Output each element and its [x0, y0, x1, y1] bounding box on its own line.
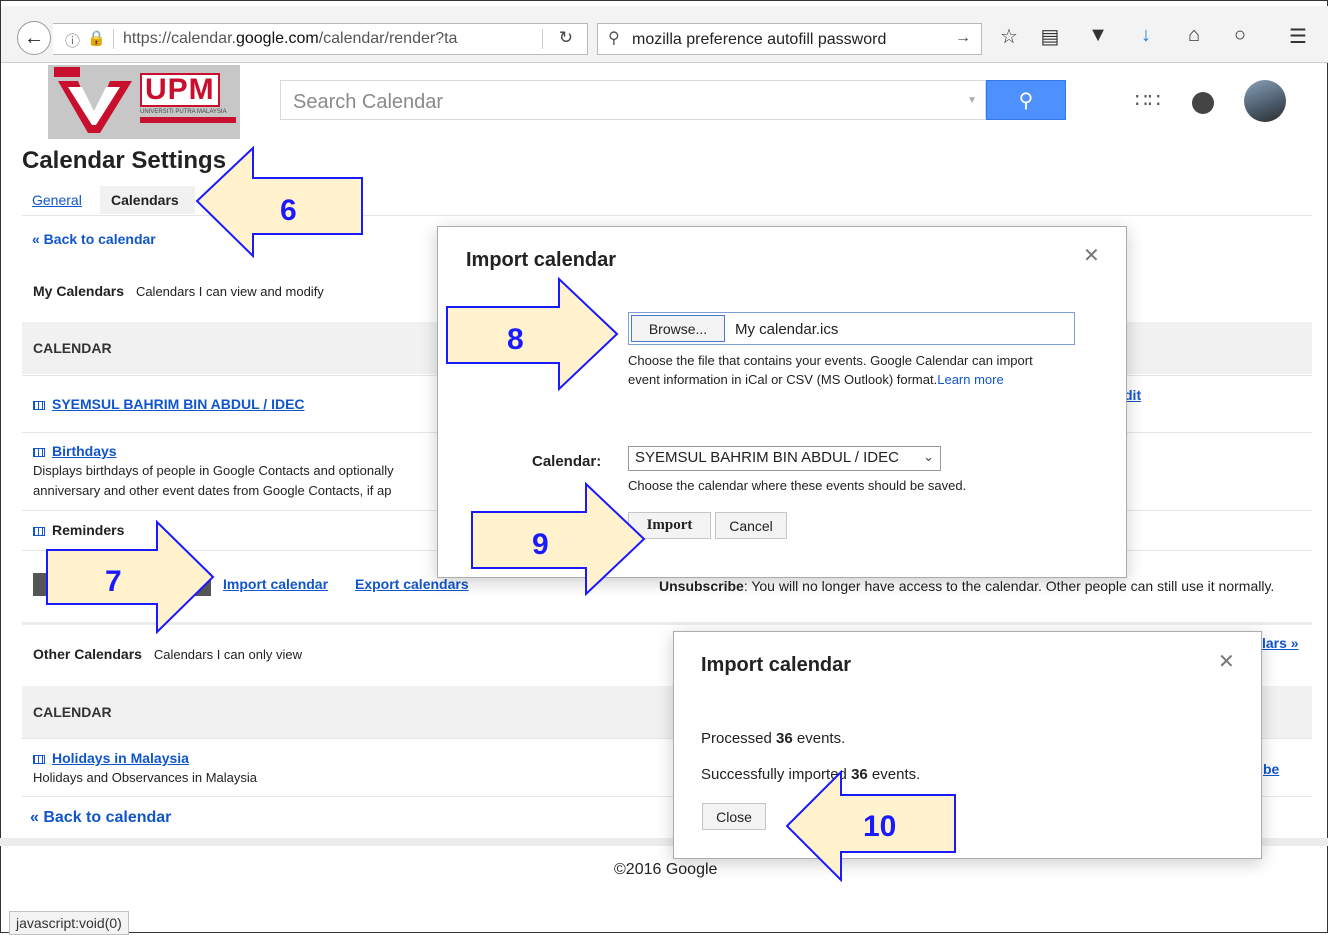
calendar-row: SYEMSUL BAHRIM BIN ABDUL / IDEC	[33, 396, 305, 412]
status-bar: javascript:void(0)	[9, 911, 129, 935]
callout-arrow-10: 10	[785, 770, 957, 882]
tab-calendars[interactable]: Calendars	[100, 186, 195, 214]
my-calendars-heading: My Calendars Calendars I can view and mo…	[33, 283, 324, 299]
pocket-icon[interactable]: ▼	[1085, 24, 1111, 47]
apps-grid-icon[interactable]: ∷∷	[1135, 88, 1160, 113]
processed-text: Processed 36 events.	[701, 730, 846, 747]
close-icon[interactable]: ✕	[1083, 243, 1100, 268]
divider	[542, 29, 543, 49]
dialog-title: Import calendar	[466, 249, 617, 271]
calendar-select[interactable]: SYEMSUL BAHRIM BIN ABDUL / IDEC ⌄	[628, 446, 941, 471]
home-icon[interactable]: ⌂	[1181, 24, 1207, 47]
divider	[22, 622, 1312, 625]
other-calendars-label: Other Calendars	[33, 646, 142, 662]
calendar-row: Holidays in Malaysia	[33, 750, 189, 766]
export-calendars-link[interactable]: Export calendars	[355, 576, 469, 592]
search-icon: ⚲	[608, 30, 620, 47]
calendar-search-input[interactable]: Search Calendar ▼	[280, 80, 986, 120]
birthdays-desc-2: anniversary and other event dates from G…	[33, 483, 392, 498]
browse-button[interactable]: Browse...	[631, 315, 725, 342]
calendar-icon	[33, 754, 45, 764]
reading-list-icon[interactable]: ▤	[1037, 24, 1063, 49]
divider	[113, 29, 114, 49]
dropdown-caret-icon[interactable]: ▼	[967, 95, 977, 106]
info-icon[interactable]: ⓘ	[65, 30, 80, 51]
calendar-link-holidays[interactable]: Holidays in Malaysia	[52, 750, 189, 766]
tab-general[interactable]: General	[32, 192, 82, 208]
back-button[interactable]: ←	[17, 21, 51, 55]
reload-icon[interactable]: ↻	[559, 28, 573, 48]
file-name: My calendar.ics	[735, 321, 839, 338]
upm-logo[interactable]: UPM UNIVERSITI PUTRA MALAYSIA	[48, 65, 240, 139]
column-label: CALENDAR	[33, 340, 112, 356]
import-calendar-link[interactable]: Import calendar	[223, 576, 328, 592]
calendar-label: Calendar:	[532, 453, 602, 470]
back-to-calendar-link-bottom[interactable]: « Back to calendar	[30, 809, 171, 827]
callout-arrow-7: 7	[45, 520, 215, 634]
url-bar[interactable]: ⓘ 🔒 https://calendar.google.com/calendar…	[53, 23, 588, 55]
calendar-icon	[33, 400, 45, 410]
file-help-text: Choose the file that contains your event…	[628, 353, 1033, 368]
close-icon[interactable]: ✕	[1218, 649, 1235, 674]
unsubscribe-link[interactable]: be	[1263, 761, 1279, 777]
file-input[interactable]: Browse... My calendar.ics	[628, 312, 1075, 345]
notifications-icon[interactable]	[1192, 92, 1214, 114]
search-query: mozilla preference autofill password	[632, 31, 887, 48]
crest-icon	[54, 67, 132, 133]
url-text: https://calendar.google.com/calendar/ren…	[123, 30, 458, 47]
dialog-title: Import calendar	[701, 654, 852, 676]
cancel-button[interactable]: Cancel	[715, 512, 787, 539]
menu-icon[interactable]: ☰	[1285, 24, 1311, 49]
birthdays-desc: Displays birthdays of people in Google C…	[33, 463, 394, 478]
calendar-link-syemsul[interactable]: SYEMSUL BAHRIM BIN ABDUL / IDEC	[52, 396, 305, 412]
search-placeholder: Search Calendar	[293, 91, 444, 113]
calendar-link-birthdays[interactable]: Birthdays	[52, 443, 117, 459]
calendar-help-text: Choose the calendar where these events s…	[628, 478, 967, 493]
calendar-icon	[33, 526, 45, 536]
chat-icon[interactable]: ○	[1227, 24, 1253, 47]
learn-more-link[interactable]: Learn more	[937, 372, 1003, 387]
callout-arrow-9: 9	[470, 482, 646, 596]
other-calendars-desc: Calendars I can only view	[153, 647, 302, 662]
holidays-desc: Holidays and Observances in Malaysia	[33, 770, 257, 785]
browser-search-bar[interactable]: ⚲ mozilla preference autofill password →	[597, 23, 982, 55]
go-arrow-icon[interactable]: →	[955, 29, 971, 47]
browse-calendars-link[interactable]: lars »	[1262, 635, 1299, 651]
back-to-calendar-link[interactable]: « Back to calendar	[32, 231, 156, 247]
download-icon[interactable]: ↓	[1133, 24, 1159, 47]
other-calendars-heading: Other Calendars Calendars I can only vie…	[33, 646, 302, 662]
unsubscribe-note: Unsubscribe: You will no longer have acc…	[659, 578, 1274, 594]
logo-text: UPM	[140, 73, 220, 107]
logo-subtitle: UNIVERSITI PUTRA MALAYSIA	[140, 109, 227, 115]
close-button[interactable]: Close	[702, 803, 766, 830]
avatar[interactable]	[1244, 80, 1286, 122]
calendar-selected-value: SYEMSUL BAHRIM BIN ABDUL / IDEC	[635, 449, 899, 466]
calendar-icon	[33, 447, 45, 457]
logo-bar	[140, 117, 236, 123]
chevron-down-icon: ⌄	[923, 449, 934, 464]
bookmark-star-icon[interactable]: ☆	[996, 24, 1022, 49]
my-calendars-desc: Calendars I can view and modify	[135, 284, 324, 299]
lock-icon: 🔒	[87, 30, 106, 47]
footer-copyright: ©2016 Google	[614, 861, 718, 878]
calendar-row: Birthdays	[33, 443, 117, 459]
import-result-dialog: Import calendar ✕ Processed 36 events. S…	[673, 631, 1262, 859]
column-label: CALENDAR	[33, 704, 112, 720]
browser-toolbar: ← ⓘ 🔒 https://calendar.google.com/calend…	[1, 6, 1328, 63]
search-button[interactable]: ⚲	[986, 80, 1066, 120]
unsubscribe-text: : You will no longer have access to the …	[743, 578, 1275, 594]
file-help-text-2: event information in iCal or CSV (MS Out…	[628, 372, 1004, 387]
unsubscribe-label: Unsubscribe	[659, 578, 744, 594]
my-calendars-label: My Calendars	[33, 283, 125, 299]
callout-arrow-8: 8	[445, 277, 619, 391]
callout-arrow-6: 6	[195, 146, 365, 258]
